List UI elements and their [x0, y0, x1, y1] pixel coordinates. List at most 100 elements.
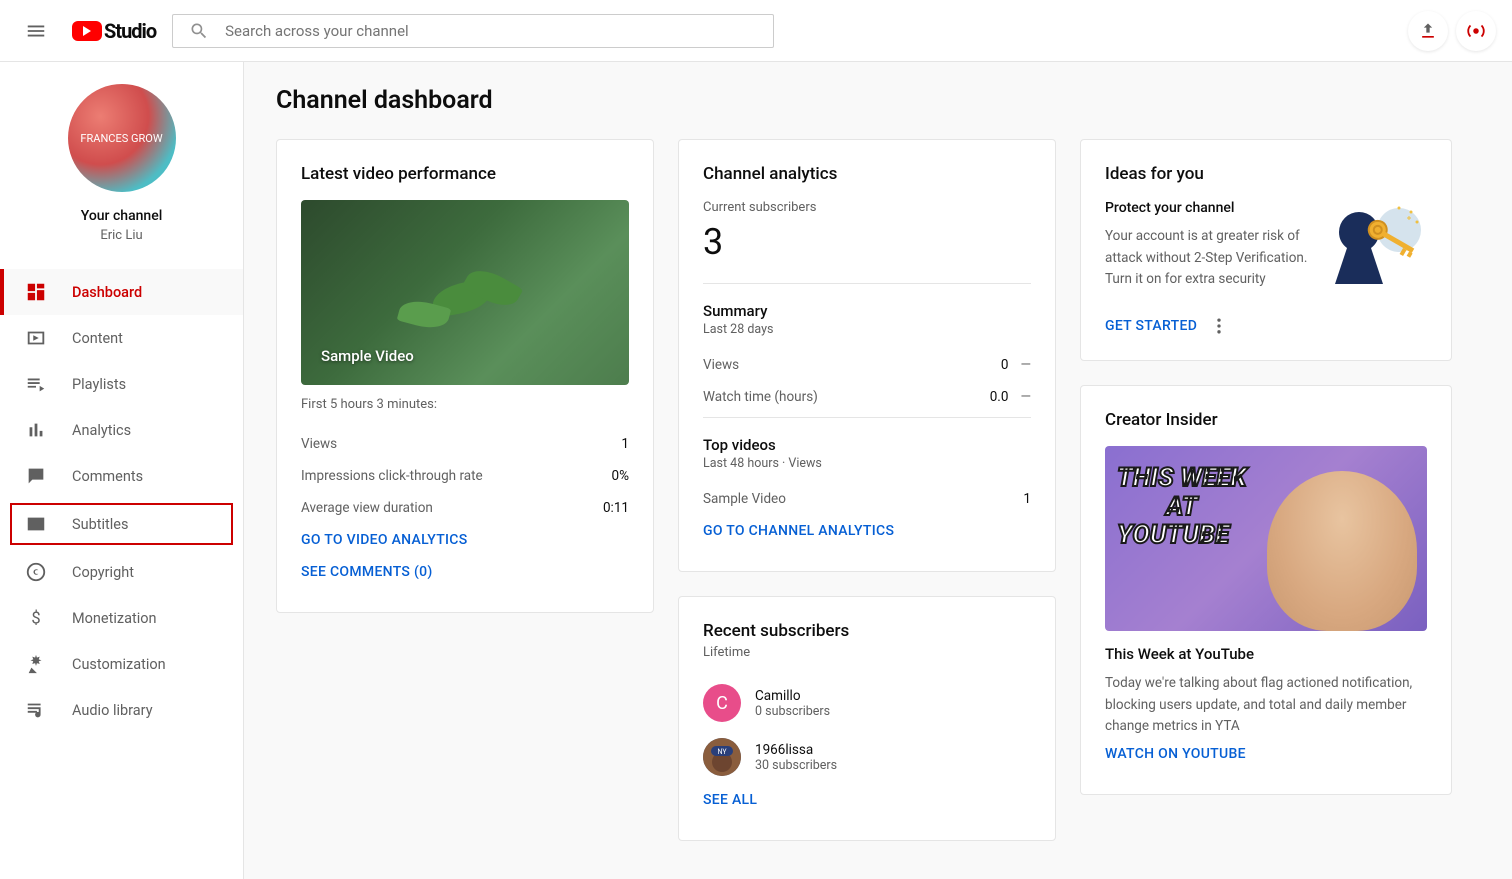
video-title: Sample Video [321, 347, 414, 365]
hamburger-button[interactable] [16, 11, 56, 51]
nav-label: Audio library [72, 702, 153, 719]
channel-avatar[interactable]: FRANCES GROW [68, 84, 176, 192]
channel-label: Your channel [81, 208, 163, 224]
channel-analytics-link[interactable]: GO TO CHANNEL ANALYTICS [703, 515, 1031, 547]
nav-analytics[interactable]: Analytics [0, 407, 243, 453]
subscriber-name: Camillo [755, 688, 830, 704]
recent-sub: Lifetime [703, 645, 1031, 660]
subscriber-name: 1966lissa [755, 742, 837, 758]
ideas-subtitle: Protect your channel [1105, 200, 1309, 216]
upload-icon [1418, 21, 1438, 41]
nav-label: Comments [72, 468, 143, 485]
comments-icon [24, 464, 48, 488]
subscriber-count: 3 [703, 221, 1031, 263]
latest-video-card: Latest video performance Sample Video Fi… [276, 139, 654, 613]
subscriber-item[interactable]: C Camillo 0 subscribers [703, 676, 1031, 730]
go-live-button[interactable] [1456, 11, 1496, 51]
main-content: Channel dashboard Latest video performan… [244, 62, 1512, 879]
subscriber-avatar: C [703, 684, 741, 722]
studio-logo[interactable]: Studio [72, 19, 156, 43]
page-title: Channel dashboard [276, 86, 1480, 115]
stat-row: Impressions click-through rate0% [301, 460, 629, 492]
content-icon [24, 326, 48, 350]
see-all-link[interactable]: SEE ALL [703, 784, 1031, 816]
nav: Dashboard Content Playlists Analytics Co… [0, 261, 243, 741]
nav-content[interactable]: Content [0, 315, 243, 361]
get-started-link[interactable]: GET STARTED [1105, 318, 1197, 334]
video-thumbnail[interactable]: Sample Video [301, 200, 629, 385]
nav-label: Dashboard [72, 284, 142, 301]
channel-analytics-card: Channel analytics Current subscribers 3 … [678, 139, 1056, 572]
playlists-icon [24, 372, 48, 396]
youtube-icon [72, 21, 102, 41]
creator-thumbnail[interactable]: THIS WEEK AT YOUTUBE [1105, 446, 1427, 631]
card-title: Ideas for you [1105, 164, 1427, 184]
dashboard-icon [24, 280, 48, 304]
hamburger-icon [25, 20, 47, 42]
nav-subtitles[interactable]: Subtitles [8, 501, 235, 547]
nav-dashboard[interactable]: Dashboard [0, 269, 243, 315]
creator-insider-card: Creator Insider THIS WEEK AT YOUTUBE Thi… [1080, 385, 1452, 795]
nav-customization[interactable]: Customization [0, 641, 243, 687]
article-body: Today we're talking about flag actioned … [1105, 673, 1427, 738]
ideas-body: Your account is at greater risk of attac… [1105, 226, 1309, 291]
subscribers-label: Current subscribers [703, 200, 1031, 215]
nav-label: Copyright [72, 564, 134, 581]
more-options-button[interactable] [1209, 316, 1229, 336]
svg-text:$: $ [31, 610, 40, 629]
top-videos-title: Top videos [703, 436, 1031, 454]
nav-playlists[interactable]: Playlists [0, 361, 243, 407]
top-videos-sub: Last 48 hours · Views [703, 456, 1031, 471]
search-box[interactable] [172, 14, 774, 48]
watch-on-youtube-link[interactable]: WATCH ON YOUTUBE [1105, 738, 1427, 770]
topbar: Studio [0, 0, 1512, 62]
stat-row: Views1 [301, 428, 629, 460]
logo-text: Studio [104, 19, 156, 43]
monetization-icon: $ [24, 606, 48, 630]
card-title: Creator Insider [1105, 410, 1427, 430]
svg-text:NY: NY [717, 748, 727, 756]
channel-info: FRANCES GROW Your channel Eric Liu [0, 62, 243, 261]
nav-label: Content [72, 330, 123, 347]
upload-button[interactable] [1408, 11, 1448, 51]
live-icon [1465, 20, 1487, 42]
nav-label: Monetization [72, 610, 157, 627]
nav-comments[interactable]: Comments [0, 453, 243, 499]
nav-label: Playlists [72, 376, 126, 393]
card-title: Recent subscribers [703, 621, 1031, 641]
stat-row: Views0— [703, 349, 1031, 381]
nav-label: Subtitles [72, 516, 128, 533]
summary-title: Summary [703, 302, 1031, 320]
recent-subscribers-card: Recent subscribers Lifetime C Camillo 0 … [678, 596, 1056, 841]
summary-sub: Last 28 days [703, 322, 1031, 337]
stat-row: Average view duration0:11 [301, 492, 629, 524]
nav-audio-library[interactable]: Audio library [0, 687, 243, 733]
analytics-icon [24, 418, 48, 442]
nav-label: Customization [72, 656, 166, 673]
subtitles-icon [24, 512, 48, 536]
see-comments-link[interactable]: SEE COMMENTS (0) [301, 556, 629, 588]
video-analytics-link[interactable]: GO TO VIDEO ANALYTICS [301, 524, 629, 556]
audio-icon [24, 698, 48, 722]
channel-name: Eric Liu [100, 228, 142, 243]
keyhole-illustration [1329, 200, 1427, 298]
customization-icon [24, 652, 48, 676]
subscriber-avatar: NY [703, 738, 741, 776]
search-icon [189, 21, 209, 41]
nav-copyright[interactable]: Copyright [0, 549, 243, 595]
dots-vertical-icon [1209, 316, 1229, 336]
sidebar: FRANCES GROW Your channel Eric Liu Dashb… [0, 62, 244, 879]
search-input[interactable] [225, 22, 757, 40]
card-title: Channel analytics [703, 164, 1031, 184]
subscriber-count: 0 subscribers [755, 704, 830, 719]
avatar-image: FRANCES GROW [68, 84, 176, 192]
nav-monetization[interactable]: $ Monetization [0, 595, 243, 641]
latest-subline: First 5 hours 3 minutes: [301, 397, 629, 412]
subscriber-count: 30 subscribers [755, 758, 837, 773]
subscriber-item[interactable]: NY 1966lissa 30 subscribers [703, 730, 1031, 784]
article-title: This Week at YouTube [1105, 645, 1427, 663]
stat-row: Sample Video1 [703, 483, 1031, 515]
copyright-icon [24, 560, 48, 584]
stat-row: Watch time (hours)0.0— [703, 381, 1031, 413]
ideas-card: Ideas for you Protect your channel Your … [1080, 139, 1452, 361]
